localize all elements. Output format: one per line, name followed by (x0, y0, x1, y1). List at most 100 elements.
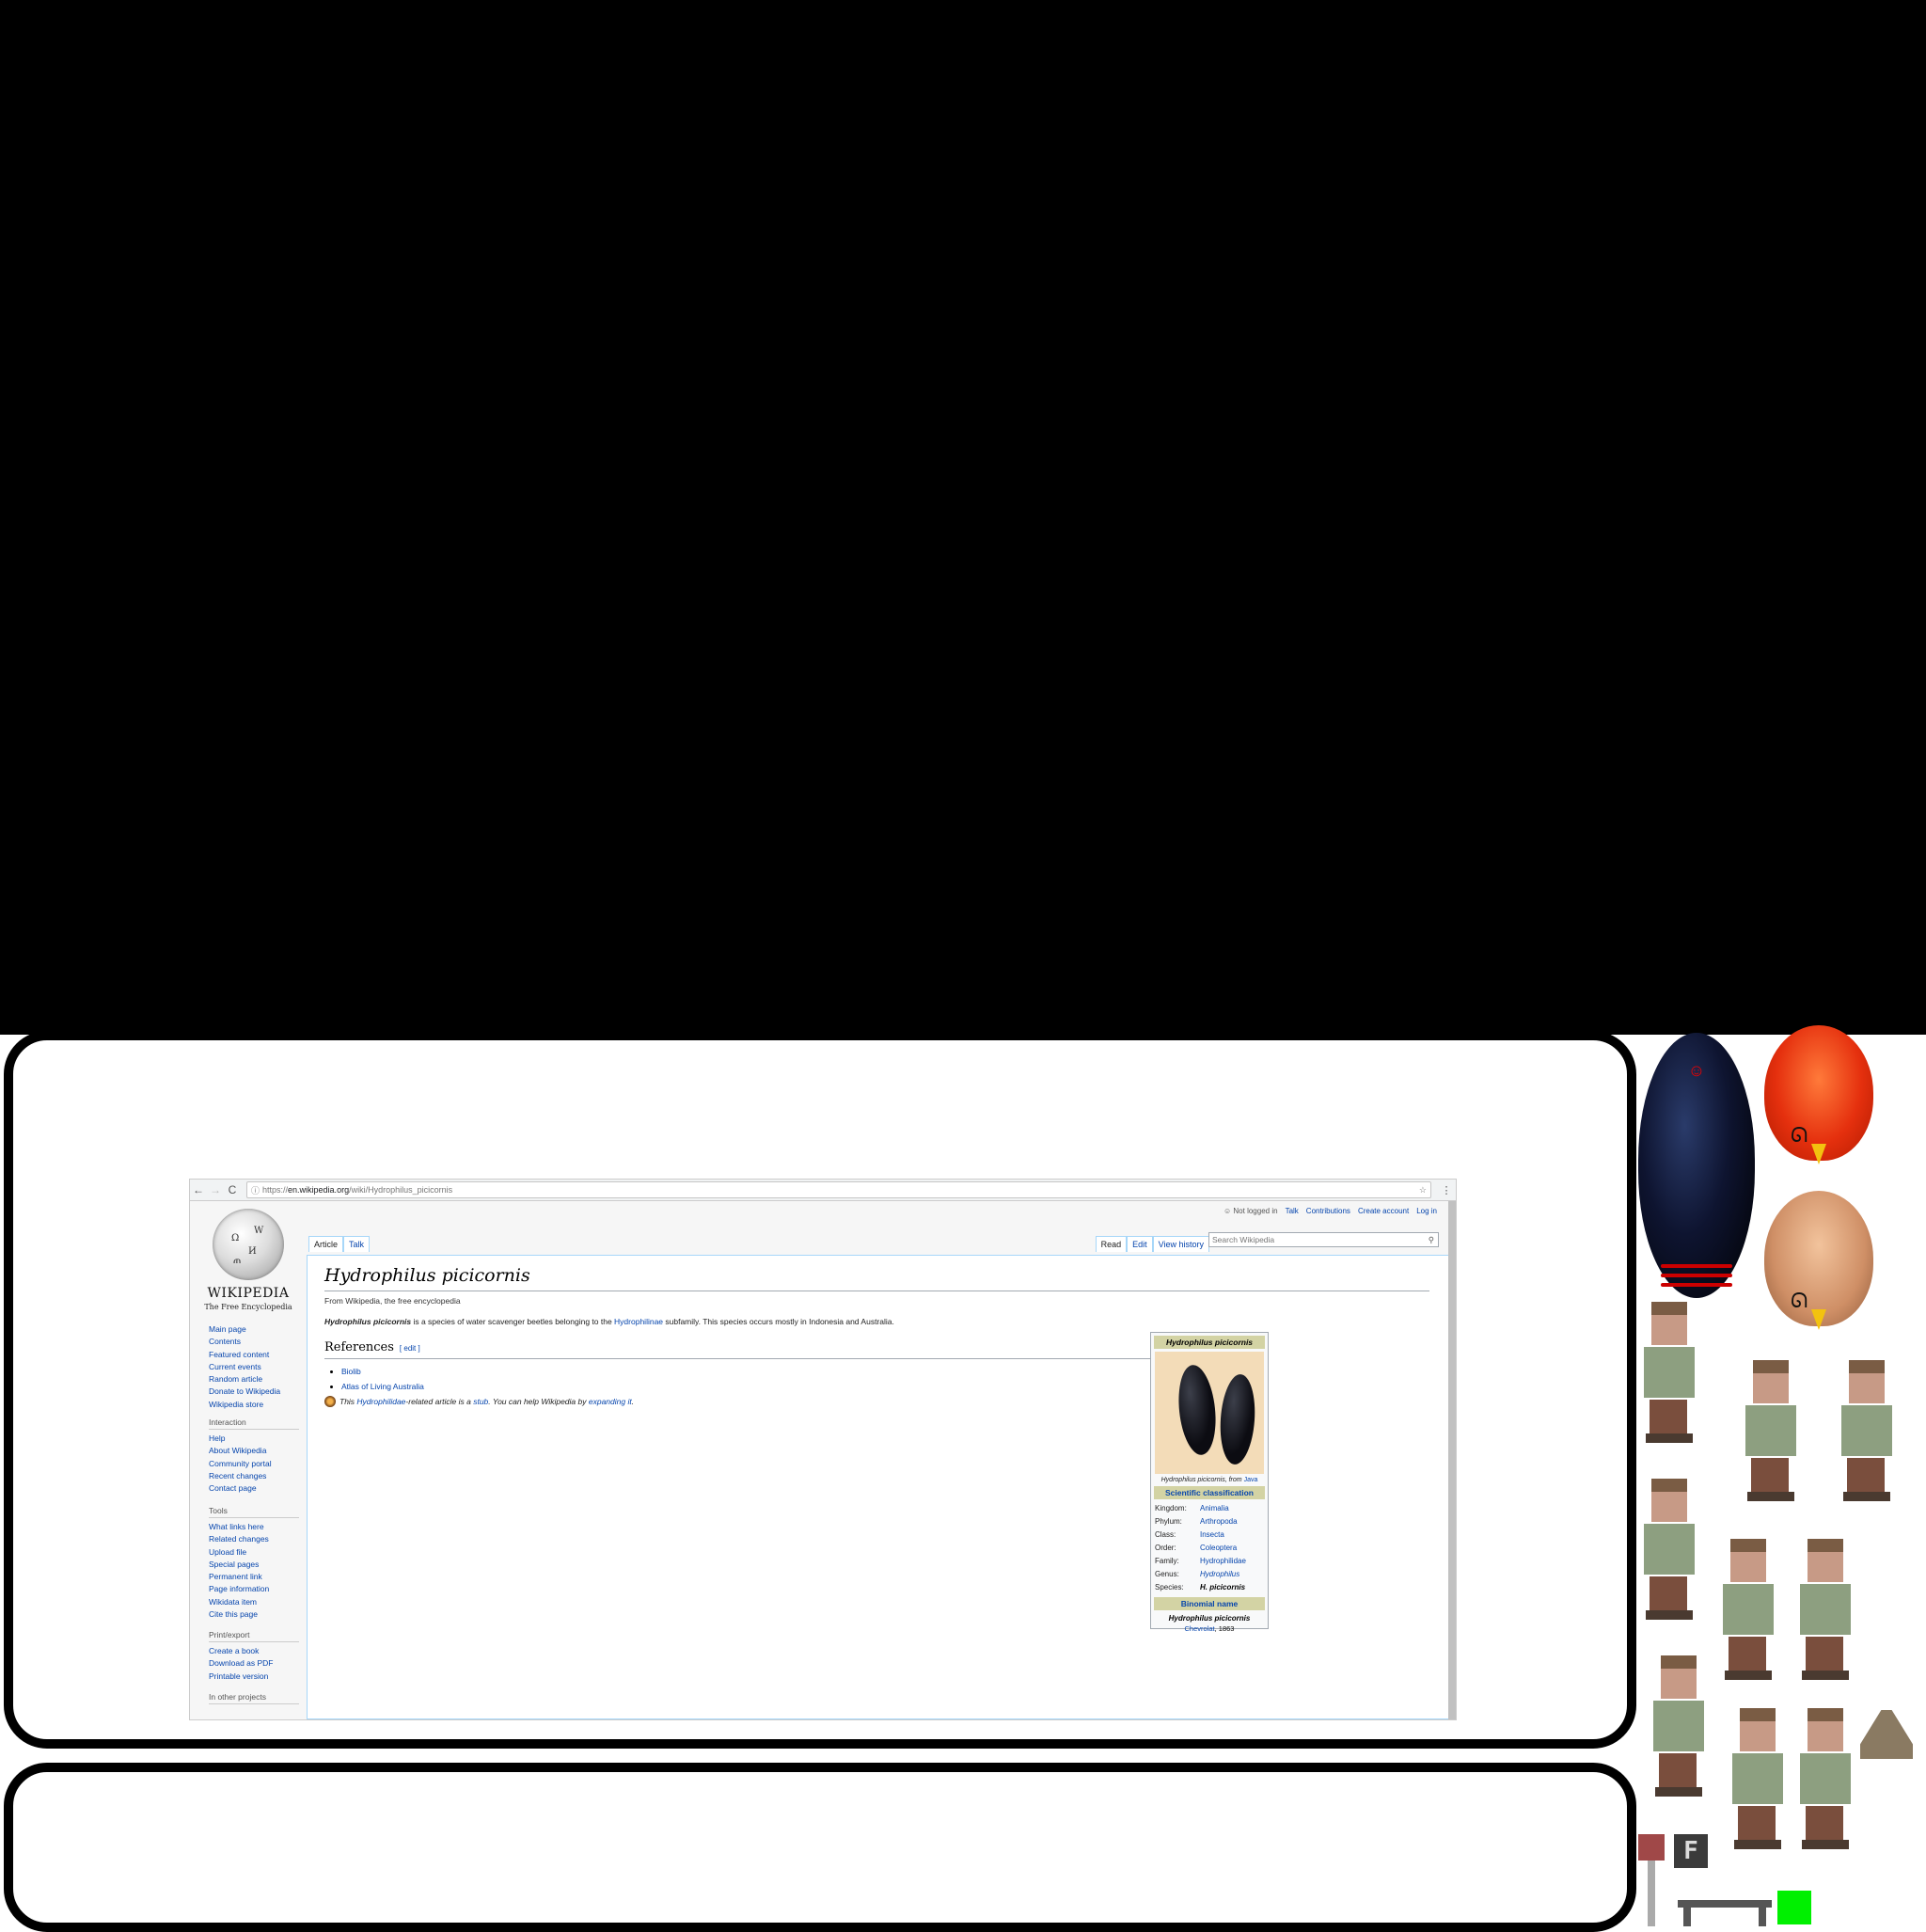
forward-icon[interactable]: → (207, 1183, 224, 1196)
user-icon-not-logged-in: ☺ Not logged in (1223, 1207, 1278, 1215)
sidebar-item-download-pdf[interactable]: Download as PDF (209, 1657, 299, 1670)
order-link[interactable]: Coleoptera (1200, 1544, 1237, 1553)
sidebar-item-about[interactable]: About Wikipedia (209, 1445, 299, 1457)
beetle-shape (1217, 1372, 1258, 1466)
sidebar: ΩWИጠ WIKIPEDIA The Free Encyclopedia Mai… (190, 1201, 307, 1719)
caption-from: , from (1224, 1477, 1244, 1483)
f-key-icon: F (1674, 1834, 1708, 1868)
red-face-image: ᘏ (1764, 1025, 1873, 1164)
genus-link[interactable]: Hydrophilus (1200, 1570, 1239, 1579)
hydrophilinae-link[interactable]: Hydrophilinae (614, 1317, 663, 1326)
list-item: Biolib (341, 1364, 424, 1379)
back-icon[interactable]: ← (190, 1183, 207, 1196)
tab-article[interactable]: Article (308, 1236, 344, 1252)
row-key: Family: (1155, 1557, 1179, 1565)
site-sub: From Wikipedia, the free encyclopedia (324, 1296, 461, 1306)
sidebar-item-create-book[interactable]: Create a book (209, 1645, 299, 1657)
sidebar-item-recent-changes[interactable]: Recent changes (209, 1470, 299, 1482)
sidebar-item-donate[interactable]: Donate to Wikipedia (209, 1386, 299, 1398)
sidebar-item-what-links[interactable]: What links here (209, 1521, 299, 1533)
stub-text: This Hydrophilidae-related article is a … (339, 1397, 634, 1406)
stripe (1661, 1264, 1732, 1268)
stub-text-4: . (631, 1397, 635, 1406)
edit-section-link[interactable]: [ edit ] (400, 1344, 420, 1353)
contributions-link[interactable]: Contributions (1306, 1207, 1350, 1215)
phylum-link[interactable]: Arthropoda (1200, 1517, 1238, 1527)
green-square (1777, 1891, 1811, 1924)
row-key: Order: (1155, 1544, 1176, 1552)
list-item: Atlas of Living Australia (341, 1379, 424, 1394)
sidebar-item-random[interactable]: Random article (209, 1373, 299, 1386)
url-path: /wiki/Hydrophilus_picicornis (349, 1185, 453, 1195)
sci-classification-heading[interactable]: Scientific classification (1154, 1486, 1265, 1499)
pixel-character (1717, 1539, 1779, 1680)
biolib-link[interactable]: Biolib (341, 1367, 361, 1376)
sidebar-item-contact[interactable]: Contact page (209, 1482, 299, 1495)
sidebar-item-related-changes[interactable]: Related changes (209, 1533, 299, 1545)
sidebar-item-current-events[interactable]: Current events (209, 1361, 299, 1373)
address-bar: ← → C ⓘ https://en.wikipedia.org/wiki/Hy… (190, 1180, 1456, 1201)
article-content: Hydrophilus picicornis From Wikipedia, t… (307, 1255, 1448, 1719)
sidebar-item-permanent[interactable]: Permanent link (209, 1571, 299, 1583)
beetle-photo[interactable] (1155, 1352, 1264, 1474)
class-link[interactable]: Insecta (1200, 1530, 1224, 1540)
binomial-heading[interactable]: Binomial name (1154, 1597, 1265, 1610)
search-icon[interactable]: ⚲ (1429, 1233, 1434, 1246)
references-heading: References [ edit ] (324, 1340, 420, 1354)
sidebar-item-featured[interactable]: Featured content (209, 1349, 299, 1361)
url-field[interactable]: ⓘ https://en.wikipedia.org/wiki/Hydrophi… (246, 1181, 1431, 1198)
sidebar-item-wikidata[interactable]: Wikidata item (209, 1596, 299, 1608)
star-icon[interactable]: ☆ (1419, 1185, 1427, 1196)
log-in-link[interactable]: Log in (1416, 1207, 1437, 1215)
sidebar-item-store[interactable]: Wikipedia store (209, 1399, 299, 1411)
tab-talk[interactable]: Talk (343, 1236, 371, 1252)
table-row: Species: H. picicornis (1151, 1581, 1268, 1594)
chevrolat-link[interactable]: Chevrolat (1185, 1624, 1215, 1633)
sidebar-item-contents[interactable]: Contents (209, 1336, 299, 1348)
pixel-character (1794, 1708, 1856, 1849)
sidebar-tools-title: Tools (209, 1506, 299, 1518)
java-link[interactable]: Java (1244, 1477, 1258, 1483)
scrollbar[interactable] (1448, 1201, 1456, 1719)
tab-edit[interactable]: Edit (1127, 1236, 1153, 1252)
menu-icon[interactable]: ⋮ (1437, 1184, 1456, 1196)
tab-view-history[interactable]: View history (1152, 1236, 1209, 1252)
search-input[interactable]: Search Wikipedia ⚲ (1208, 1232, 1439, 1247)
hydrophilidae-link[interactable]: Hydrophilidae (356, 1397, 405, 1406)
sidebar-tools: Tools What links here Related changes Up… (209, 1506, 299, 1621)
cartoon-beetle-image: ☺ (1638, 1033, 1755, 1298)
sidebar-item-cite[interactable]: Cite this page (209, 1608, 299, 1621)
personal-links: ☺ Not logged in Talk Contributions Creat… (1223, 1207, 1437, 1215)
wikipedia-globe-icon[interactable]: ΩWИጠ (213, 1209, 284, 1280)
binomial-authority: Chevrolat, 1863 (1151, 1624, 1268, 1633)
sidebar-item-main-page[interactable]: Main page (209, 1323, 299, 1336)
family-link[interactable]: Hydrophilidae (1200, 1557, 1246, 1566)
create-account-link[interactable]: Create account (1358, 1207, 1409, 1215)
tab-read[interactable]: Read (1095, 1236, 1128, 1252)
sidebar-item-community[interactable]: Community portal (209, 1458, 299, 1470)
browser-screenshot: ← → C ⓘ https://en.wikipedia.org/wiki/Hy… (190, 1180, 1456, 1719)
sidebar-item-page-info[interactable]: Page information (209, 1583, 299, 1595)
ala-link[interactable]: Atlas of Living Australia (341, 1382, 424, 1391)
references-heading-text: References (324, 1340, 394, 1354)
caption-species: Hydrophilus picicornis (1160, 1477, 1225, 1483)
row-key: Phylum: (1155, 1517, 1182, 1526)
reload-icon[interactable]: C (224, 1183, 241, 1196)
sidebar-item-special[interactable]: Special pages (209, 1559, 299, 1571)
expanding-link[interactable]: expanding it (589, 1397, 632, 1406)
url-prefix: https:// (262, 1185, 289, 1195)
kingdom-link[interactable]: Animalia (1200, 1504, 1229, 1513)
sidebar-item-printable[interactable]: Printable version (209, 1671, 299, 1683)
stub-link[interactable]: stub (473, 1397, 488, 1406)
tagline: The Free Encyclopedia (204, 1303, 292, 1311)
table-row: Genus: Hydrophilus (1151, 1568, 1268, 1581)
pixel-character (1638, 1479, 1700, 1620)
mustache-icon: ᘏ (1791, 1289, 1808, 1312)
sidebar-interaction-title: Interaction (209, 1417, 299, 1430)
sidebar-item-help[interactable]: Help (209, 1433, 299, 1445)
namespace-tabs: Article Talk (308, 1236, 371, 1252)
info-icon: ⓘ (251, 1185, 260, 1196)
talk-link[interactable]: Talk (1286, 1207, 1299, 1215)
stub-text-3: . You can help Wikipedia by (488, 1397, 589, 1406)
sidebar-item-upload[interactable]: Upload file (209, 1546, 299, 1559)
